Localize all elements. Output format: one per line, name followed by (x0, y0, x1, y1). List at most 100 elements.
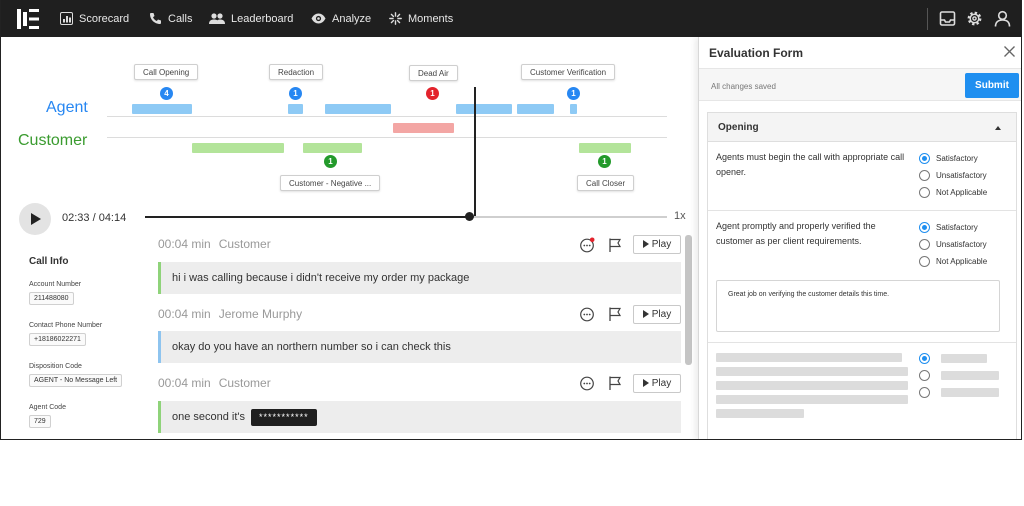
agent-code-value: 729 (29, 415, 51, 428)
utterance-duration: 00:04 min (158, 307, 211, 321)
playback-speed[interactable]: 1x (674, 210, 686, 222)
disposition-code-label: Disposition Code (29, 363, 82, 370)
agent-speech-segment[interactable] (132, 104, 192, 114)
play-label: Play (651, 378, 672, 389)
moment-tag-redaction[interactable]: Redaction (269, 64, 324, 80)
placeholder-line (716, 395, 908, 404)
utterance-speaker: Jerome Murphy (218, 307, 303, 321)
play-label: Play (651, 239, 672, 250)
option-satisfactory[interactable]: Satisfactory (919, 222, 978, 233)
comment-icon[interactable] (579, 375, 595, 391)
placeholder-option[interactable] (919, 387, 936, 398)
progress-knob[interactable] (465, 212, 474, 221)
app-window: Scorecard Calls Leaderboard Analyze Mome… (0, 0, 1022, 440)
utterance-play-button[interactable]: Play (633, 305, 681, 324)
radio-unselected[interactable] (919, 170, 930, 181)
play-button[interactable] (19, 203, 51, 235)
transcript-header: 00:04 min Customer (158, 376, 271, 390)
utterance-play-button[interactable]: Play (633, 374, 681, 393)
moment-tag-dead-air[interactable]: Dead Air (409, 65, 458, 81)
nav-moments[interactable]: Moments (389, 0, 453, 37)
collapse-caret-icon[interactable] (995, 126, 1001, 130)
playhead-line[interactable] (474, 87, 476, 217)
flag-icon[interactable] (607, 306, 623, 322)
utterance-text: okay do you have an northern number so i… (172, 341, 451, 353)
account-number-label: Account Number (29, 281, 82, 288)
nav-scorecard-label: Scorecard (79, 12, 130, 25)
agent-speech-segment[interactable] (570, 104, 577, 114)
opening-section-header[interactable]: Opening (708, 113, 1016, 142)
moment-tag-customer-negative[interactable]: Customer - Negative ... (280, 175, 381, 191)
utterance-speaker: Customer (218, 376, 271, 390)
progress-remaining[interactable] (469, 216, 667, 218)
nav-analyze[interactable]: Analyze (311, 0, 371, 37)
moment-count-badge: 1 (324, 155, 337, 168)
transcript-scrollbar[interactable] (685, 235, 692, 365)
utterance-text: hi i was calling because i didn't receiv… (172, 272, 470, 284)
comment-icon[interactable] (579, 306, 595, 322)
customer-speech-segment[interactable] (303, 143, 362, 153)
nav-leaderboard-label: Leaderboard (231, 12, 294, 25)
utterance-play-button[interactable]: Play (633, 235, 681, 254)
option-unsatisfactory[interactable]: Unsatisfactory (919, 170, 987, 181)
utterance-speaker: Customer (218, 237, 271, 251)
moment-count-badge: 1 (426, 87, 439, 100)
progress-played[interactable] (145, 216, 469, 218)
app-logo-icon[interactable] (15, 7, 41, 31)
question-divider (708, 342, 1016, 343)
customer-speech-segment[interactable] (579, 143, 631, 153)
nav-calls[interactable]: Calls (149, 0, 192, 37)
moment-tag-call-closer[interactable]: Call Closer (577, 175, 635, 191)
radio-selected[interactable] (919, 353, 930, 364)
option-not-applicable[interactable]: Not Applicable (919, 187, 987, 198)
placeholder-option[interactable] (919, 370, 936, 381)
placeholder-line (716, 353, 902, 362)
option-unsatisfactory[interactable]: Unsatisfactory (919, 239, 987, 250)
agent-speech-segment[interactable] (325, 104, 391, 114)
nav-leaderboard[interactable]: Leaderboard (209, 0, 293, 37)
agent-row-label: Agent (46, 99, 88, 116)
close-icon[interactable] (1003, 45, 1016, 58)
placeholder-line (716, 409, 804, 418)
option-not-applicable[interactable]: Not Applicable (919, 256, 987, 267)
play-icon (31, 213, 41, 225)
dead-air-segment[interactable] (393, 123, 454, 133)
radio-selected[interactable] (919, 222, 930, 233)
option-label: Not Applicable (936, 257, 988, 266)
radio-unselected[interactable] (919, 187, 930, 198)
utterance-duration: 00:04 min (158, 237, 211, 251)
moment-tag-call-opening[interactable]: Call Opening (134, 64, 199, 80)
user-icon[interactable] (993, 9, 1012, 28)
comment-icon[interactable] (579, 237, 595, 253)
utterance-bubble: okay do you have an northern number so i… (158, 331, 681, 363)
placeholder-line (716, 381, 908, 390)
agent-speech-segment[interactable] (456, 104, 512, 114)
nav-calls-label: Calls (168, 12, 193, 25)
play-icon (642, 310, 649, 318)
agent-speech-segment[interactable] (288, 104, 303, 114)
flag-icon[interactable] (607, 237, 623, 253)
nav-scorecard[interactable]: Scorecard (60, 0, 129, 37)
topbar-divider (927, 8, 928, 30)
question-text: Agents must begin the call with appropri… (716, 152, 905, 177)
customer-speech-segment[interactable] (192, 143, 284, 153)
agent-speech-segment[interactable] (517, 104, 554, 114)
radio-unselected[interactable] (919, 370, 930, 381)
radio-unselected[interactable] (919, 239, 930, 250)
placeholder-option[interactable] (919, 353, 936, 364)
inbox-icon[interactable] (938, 9, 957, 28)
moment-tag-customer-verification[interactable]: Customer Verification (521, 64, 616, 80)
comment-textarea[interactable]: Great job on verifying the customer deta… (716, 280, 1000, 332)
section-title: Opening (718, 122, 759, 133)
flag-icon[interactable] (607, 375, 623, 391)
radio-selected[interactable] (919, 153, 930, 164)
gear-icon[interactable] (965, 9, 984, 28)
placeholder-option-label (941, 388, 999, 397)
app-frame: Scorecard Calls Leaderboard Analyze Mome… (0, 0, 1024, 506)
radio-unselected[interactable] (919, 387, 930, 398)
evaluation-form-panel: Evaluation Form All changes saved Submit… (698, 37, 1021, 439)
radio-unselected[interactable] (919, 256, 930, 267)
option-satisfactory[interactable]: Satisfactory (919, 153, 978, 164)
submit-button[interactable]: Submit (965, 73, 1019, 98)
nav-analyze-label: Analyze (332, 12, 372, 25)
